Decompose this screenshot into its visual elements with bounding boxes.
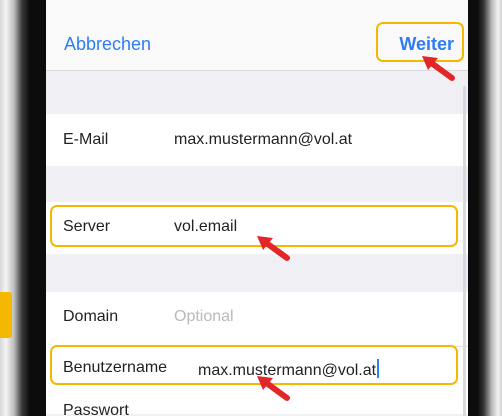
device-frame-right [468, 0, 502, 416]
device-frame-left [0, 0, 46, 416]
domain-field[interactable]: Optional [174, 308, 234, 326]
cancel-button[interactable]: Abbrechen [64, 34, 151, 55]
email-field[interactable]: max.mustermann@vol.at [174, 131, 352, 149]
email-row[interactable]: E-Mail max.mustermann@vol.at [46, 114, 468, 166]
password-label: Passwort [63, 402, 129, 416]
arrow-icon [257, 236, 290, 261]
device-side-button [0, 292, 12, 338]
scrollbar[interactable] [463, 86, 466, 416]
arrow-icon [257, 376, 290, 401]
email-label: E-Mail [63, 131, 109, 148]
domain-row[interactable]: Domain Optional [46, 292, 468, 346]
arrow-icon [422, 56, 455, 81]
domain-label: Domain [63, 308, 119, 325]
mail-account-form: Abbrechen Weiter E-Mail max.mustermann@v… [46, 0, 468, 416]
